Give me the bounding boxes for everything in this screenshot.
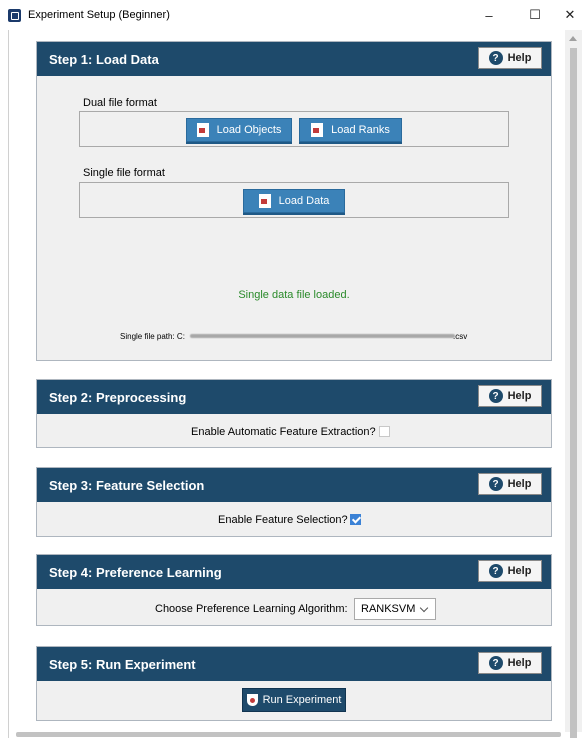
step4-title: Step 4: Preference Learning	[49, 565, 222, 580]
load-data-label: Load Data	[278, 195, 330, 207]
help-label: Help	[507, 52, 532, 64]
algorithm-value: RANKSVM	[361, 603, 416, 615]
step1-help-button[interactable]: ? Help	[478, 47, 542, 69]
algorithm-select[interactable]: RANKSVM	[354, 598, 436, 620]
window-border	[8, 30, 9, 738]
chevron-down-icon	[419, 603, 429, 613]
load-status-text: Single data file loaded.	[238, 289, 350, 301]
step5-panel: Step 5: Run Experiment ? Help Run Experi…	[36, 646, 552, 721]
algorithm-label: Choose Preference Learning Algorithm:	[155, 603, 348, 615]
auto-feature-extraction-label: Enable Automatic Feature Extraction?	[191, 426, 376, 438]
step5-help-button[interactable]: ? Help	[478, 652, 542, 674]
load-objects-label: Load Objects	[216, 124, 282, 136]
step1-header: Step 1: Load Data ? Help	[37, 42, 551, 76]
close-button[interactable]: ✕	[547, 0, 582, 30]
auto-feature-extraction-checkbox[interactable]	[379, 426, 390, 437]
step3-help-button[interactable]: ? Help	[478, 473, 542, 495]
step1-panel: Step 1: Load Data ? Help Dual file forma…	[36, 41, 552, 361]
step4-panel: Step 4: Preference Learning ? Help Choos…	[36, 554, 552, 626]
horizontal-scrollbar[interactable]	[16, 732, 561, 737]
help-label: Help	[507, 478, 532, 490]
redacted-path	[190, 334, 455, 338]
help-icon: ?	[488, 564, 503, 578]
step1-title: Step 1: Load Data	[49, 52, 159, 67]
load-ranks-label: Load Ranks	[331, 124, 390, 136]
minimize-button[interactable]: –	[466, 0, 512, 30]
title-bar: Experiment Setup (Beginner) – ☐ ✕	[0, 0, 582, 30]
load-data-button[interactable]: Load Data	[243, 189, 345, 213]
file-icon	[311, 123, 324, 137]
step3-header: Step 3: Feature Selection ? Help	[37, 468, 551, 502]
file-path-label: Single file path: C:	[120, 332, 185, 341]
run-experiment-label: Run Experiment	[262, 694, 342, 706]
file-path-extension: .csv	[453, 332, 468, 341]
step2-title: Step 2: Preprocessing	[49, 390, 187, 405]
dual-format-label: Dual file format	[83, 97, 157, 109]
feature-selection-label: Enable Feature Selection?	[218, 514, 348, 526]
window-title: Experiment Setup (Beginner)	[28, 9, 170, 21]
file-icon	[258, 194, 271, 208]
help-label: Help	[507, 565, 532, 577]
help-icon: ?	[488, 477, 503, 491]
run-experiment-button[interactable]: Run Experiment	[242, 688, 346, 712]
step3-panel: Step 3: Feature Selection ? Help Enable …	[36, 467, 552, 537]
help-label: Help	[507, 390, 532, 402]
file-icon	[196, 123, 209, 137]
step3-title: Step 3: Feature Selection	[49, 478, 205, 493]
help-icon: ?	[488, 656, 503, 670]
help-label: Help	[507, 657, 532, 669]
flask-icon	[246, 694, 258, 706]
dual-format-group: Load Objects Load Ranks	[79, 111, 509, 147]
step4-header: Step 4: Preference Learning ? Help	[37, 555, 551, 589]
single-format-label: Single file format	[83, 167, 165, 179]
step4-help-button[interactable]: ? Help	[478, 560, 542, 582]
step2-header: Step 2: Preprocessing ? Help	[37, 380, 551, 414]
help-icon: ?	[488, 51, 503, 65]
step5-header: Step 5: Run Experiment ? Help	[37, 647, 551, 681]
single-format-group: Load Data	[79, 182, 509, 218]
vertical-scrollbar[interactable]	[565, 30, 582, 738]
load-objects-button[interactable]: Load Objects	[186, 118, 292, 142]
scrollbar-thumb[interactable]	[570, 48, 577, 738]
step2-help-button[interactable]: ? Help	[478, 385, 542, 407]
scroll-up-arrow-icon[interactable]	[569, 36, 577, 41]
step2-panel: Step 2: Preprocessing ? Help Enable Auto…	[36, 379, 552, 448]
load-ranks-button[interactable]: Load Ranks	[299, 118, 402, 142]
help-icon: ?	[488, 389, 503, 403]
step5-title: Step 5: Run Experiment	[49, 657, 196, 672]
feature-selection-checkbox[interactable]	[350, 514, 361, 525]
app-icon	[8, 9, 21, 22]
